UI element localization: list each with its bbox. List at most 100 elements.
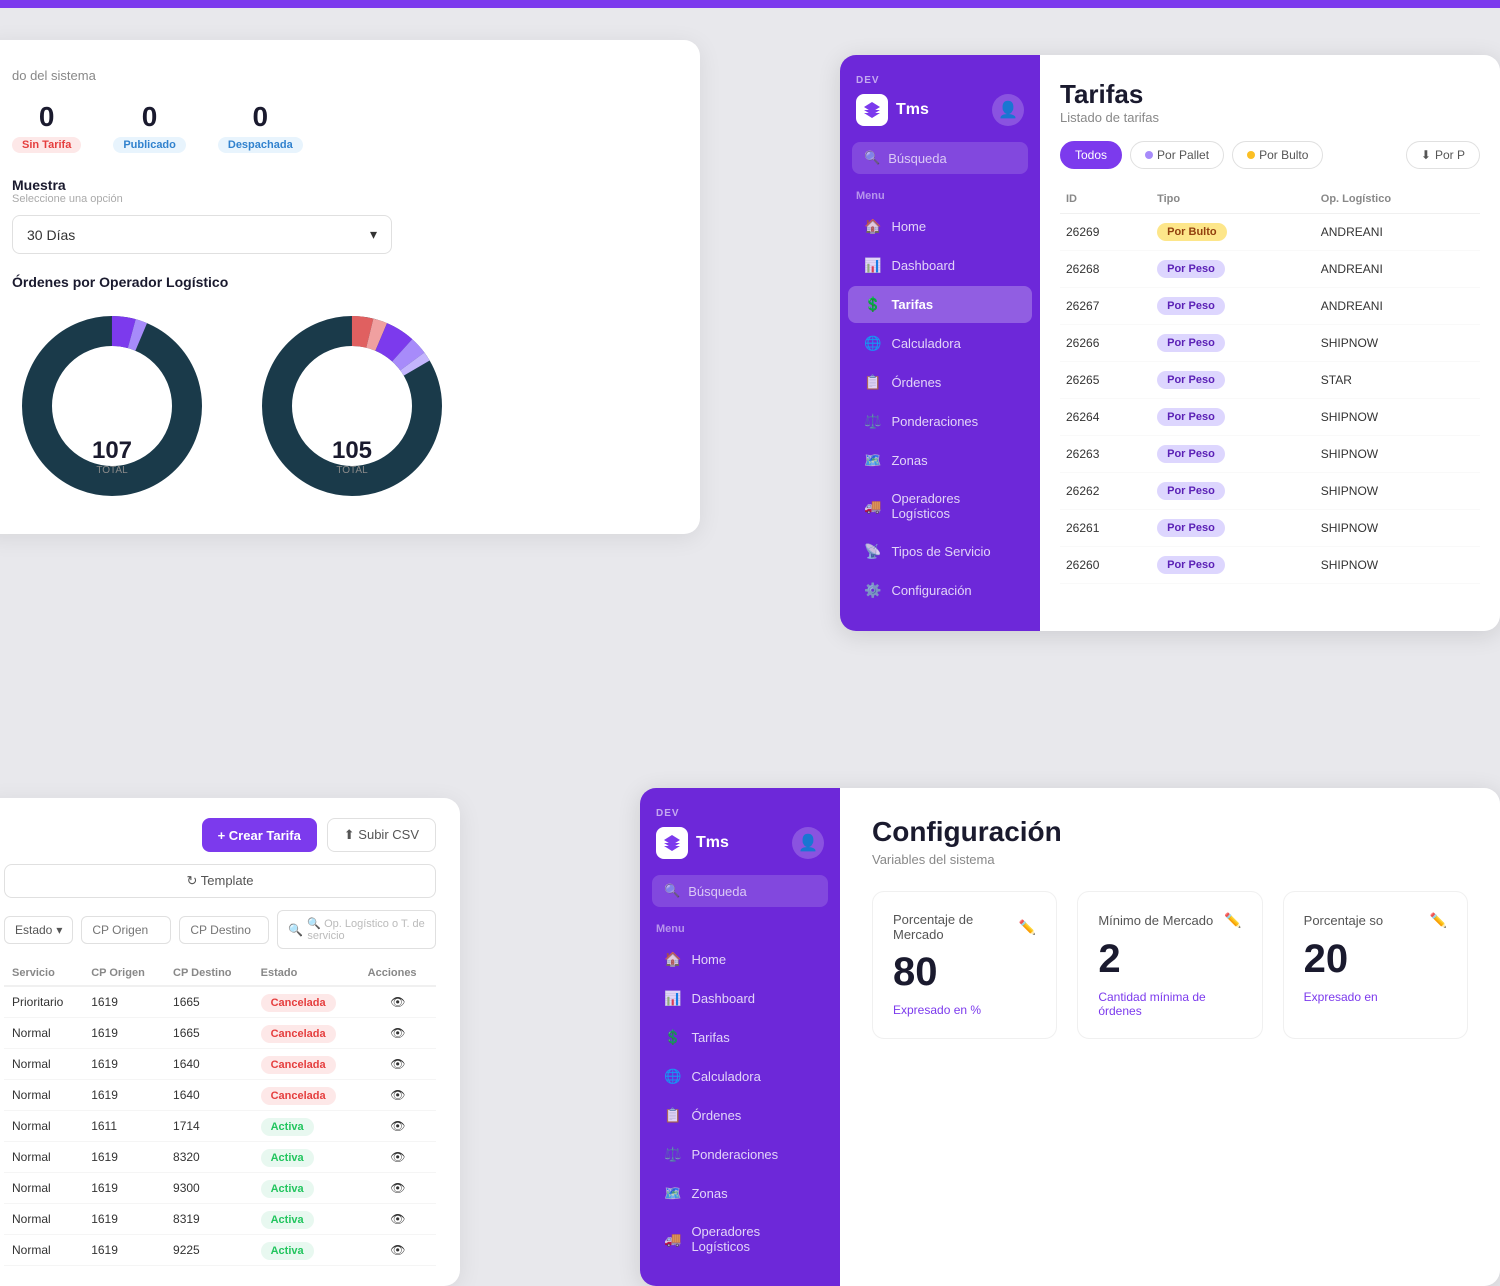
table-row: 26261 Por Peso SHIPNOW xyxy=(1060,510,1480,547)
table-row: 26268 Por Peso ANDREANI xyxy=(1060,251,1480,288)
nav-ponderaciones[interactable]: ⚖️ Ponderaciones xyxy=(848,403,1032,440)
config-card: DEV Tms 👤 🔍 Búsqueda Menu 🏠 Home 📊 Dashb xyxy=(640,788,1500,1286)
search-bar-config[interactable]: 🔍 Búsqueda xyxy=(652,875,828,907)
sidebar-logo: Tms xyxy=(856,94,929,126)
filter-row-2: Estado ▾ 🔍 🔍 Op. Logístico o T. de servi… xyxy=(4,910,436,949)
table-row: 26264 Por Peso SHIPNOW xyxy=(1060,399,1480,436)
tarifa-list-table: Servicio CP Origen CP Destino Estado Acc… xyxy=(4,961,436,1266)
filter-pallet[interactable]: Por Pallet xyxy=(1130,141,1224,169)
donut-svg-1 xyxy=(12,306,212,506)
search-icon: 🔍 xyxy=(864,150,880,166)
stat-publicado: 0 Publicado xyxy=(113,101,186,153)
nav-tipos-servicio[interactable]: 📡 Tipos de Servicio xyxy=(848,533,1032,570)
config-note-3: Expresado en xyxy=(1304,990,1447,1004)
table-row: 26262 Por Peso SHIPNOW xyxy=(1060,473,1480,510)
operators-icon: 🚚 xyxy=(864,498,881,515)
muestra-select[interactable]: 30 Días ▾ xyxy=(12,215,392,254)
nav-home-tarifas[interactable]: 🏠 Home xyxy=(848,208,1032,245)
config-nav-ponderaciones[interactable]: ⚖️ Ponderaciones xyxy=(648,1136,832,1173)
config-nav-calculadora[interactable]: 🌐 Calculadora xyxy=(648,1058,832,1095)
list-item: Normal 1619 9225 Activa 👁 xyxy=(4,1235,436,1266)
filter-bulto[interactable]: Por Bulto xyxy=(1232,141,1323,169)
config-logo-svg xyxy=(662,833,682,853)
list-item: Normal 1619 1640 Cancelada 👁 xyxy=(4,1049,436,1080)
edit-icon-1[interactable]: ✏️ xyxy=(1019,919,1036,936)
col-op: Op. Logístico xyxy=(1315,185,1480,214)
col-id: ID xyxy=(1060,185,1151,214)
nav-ordenes[interactable]: 📋 Órdenes xyxy=(848,364,1032,401)
zones-icon: 🗺️ xyxy=(864,452,881,469)
edit-icon-2[interactable]: ✏️ xyxy=(1224,912,1241,929)
config-nav-home[interactable]: 🏠 Home xyxy=(648,941,832,978)
donut-chart-1: 107 TOTAL xyxy=(12,306,212,506)
home-icon: 🏠 xyxy=(864,218,881,235)
config-nav-zonas[interactable]: 🗺️ Zonas xyxy=(648,1175,832,1212)
th-cp-origen: CP Origen xyxy=(83,961,165,986)
edit-icon-3[interactable]: ✏️ xyxy=(1430,912,1447,929)
config-card-porcentaje-so: Porcentaje so ✏️ 20 Expresado en xyxy=(1283,891,1468,1039)
config-main-content: Configuración Variables del sistema Porc… xyxy=(840,788,1500,1286)
tarifas-table: ID Tipo Op. Logístico 26269 Por Bulto AN… xyxy=(1060,185,1480,584)
table-row: 26269 Por Bulto ANDREANI xyxy=(1060,214,1480,251)
config-cards-row: Porcentaje de Mercado ✏️ 80 Expresado en… xyxy=(872,891,1468,1039)
nav-zonas[interactable]: 🗺️ Zonas xyxy=(848,442,1032,479)
cp-origen-input[interactable] xyxy=(81,916,171,944)
tarifas-page-subtitle: Listado de tarifas xyxy=(1060,110,1480,125)
list-item: Normal 1619 1640 Cancelada 👁 xyxy=(4,1080,436,1111)
donut-2-label: 105 TOTAL xyxy=(332,437,372,476)
config-sidebar-logo: Tms xyxy=(656,827,729,859)
cp-destino-input[interactable] xyxy=(179,916,269,944)
config-page-title: Configuración xyxy=(872,816,1468,848)
config-nav-operadores[interactable]: 🚚 Operadores Logísticos xyxy=(648,1214,832,1264)
config-calc-icon: 🌐 xyxy=(664,1068,681,1085)
config-card-header-2: Mínimo de Mercado ✏️ xyxy=(1098,912,1241,929)
th-servicio: Servicio xyxy=(4,961,83,986)
config-value-2: 2 xyxy=(1098,937,1241,982)
menu-label-tarifas: Menu xyxy=(840,190,1040,202)
config-nav-dashboard[interactable]: 📊 Dashboard xyxy=(648,980,832,1017)
crear-tarifa-button[interactable]: + Crear Tarifa xyxy=(202,818,317,852)
dev-badge-tarifas: DEV xyxy=(840,75,1040,86)
nav-tarifas-active[interactable]: 💲 Tarifas xyxy=(848,286,1032,323)
nav-calculadora[interactable]: 🌐 Calculadora xyxy=(848,325,1032,362)
search-bar-tarifas[interactable]: 🔍 Búsqueda xyxy=(852,142,1028,174)
config-dashboard-icon: 📊 xyxy=(664,990,681,1007)
nav-configuracion-tarifas[interactable]: ⚙️ Configuración xyxy=(848,572,1032,609)
config-nav-ordenes[interactable]: 📋 Órdenes xyxy=(648,1097,832,1134)
config-card-minimo-mercado: Mínimo de Mercado ✏️ 2 Cantidad mínima d… xyxy=(1077,891,1262,1039)
chart-title: Órdenes por Operador Logístico xyxy=(12,274,668,290)
table-row: 26260 Por Peso SHIPNOW xyxy=(1060,547,1480,584)
th-estado: Estado xyxy=(253,961,360,986)
calculator-icon: 🌐 xyxy=(864,335,881,352)
ponderaciones-icon: ⚖️ xyxy=(864,413,881,430)
search-op-input[interactable]: 🔍 🔍 Op. Logístico o T. de servicio xyxy=(277,910,436,949)
table-row: 26267 Por Peso ANDREANI xyxy=(1060,288,1480,325)
config-page-subtitle: Variables del sistema xyxy=(872,852,1468,867)
dollar-icon: 💲 xyxy=(864,296,881,313)
config-sidebar: DEV Tms 👤 🔍 Búsqueda Menu 🏠 Home 📊 Dashb xyxy=(640,788,840,1286)
table-row: 26263 Por Peso SHIPNOW xyxy=(1060,436,1480,473)
estado-select[interactable]: Estado ▾ xyxy=(4,916,73,944)
logo-icon xyxy=(856,94,888,126)
dashboard-card: do del sistema 0 Sin Tarifa 0 Publicado … xyxy=(0,40,700,534)
filter-download[interactable]: ⬇ Por P xyxy=(1406,141,1480,169)
nav-dashboard-tarifas[interactable]: 📊 Dashboard xyxy=(848,247,1032,284)
config-card-header-3: Porcentaje so ✏️ xyxy=(1304,912,1447,929)
stats-row: 0 Sin Tarifa 0 Publicado 0 Despachada xyxy=(12,101,668,153)
list-item: Normal 1619 8320 Activa 👁 xyxy=(4,1142,436,1173)
config-nav-tarifas[interactable]: 💲 Tarifas xyxy=(648,1019,832,1056)
config-home-icon: 🏠 xyxy=(664,951,681,968)
top-bar xyxy=(0,0,1500,8)
filter-todos[interactable]: Todos xyxy=(1060,141,1122,169)
template-button[interactable]: ↻ Template xyxy=(4,864,436,898)
chevron-icon: ▾ xyxy=(56,923,62,937)
config-zones-icon: 🗺️ xyxy=(664,1185,681,1202)
list-item: Normal 1619 1665 Cancelada 👁 xyxy=(4,1018,436,1049)
config-value-3: 20 xyxy=(1304,937,1447,982)
nav-operadores[interactable]: 🚚 Operadores Logísticos xyxy=(848,481,1032,531)
table-row: 26265 Por Peso STAR xyxy=(1060,362,1480,399)
pallet-dot xyxy=(1145,151,1153,159)
search-icon-small: 🔍 xyxy=(288,923,303,937)
subir-csv-button[interactable]: ⬆ Subir CSV xyxy=(327,818,436,852)
config-card-header-1: Porcentaje de Mercado ✏️ xyxy=(893,912,1036,942)
